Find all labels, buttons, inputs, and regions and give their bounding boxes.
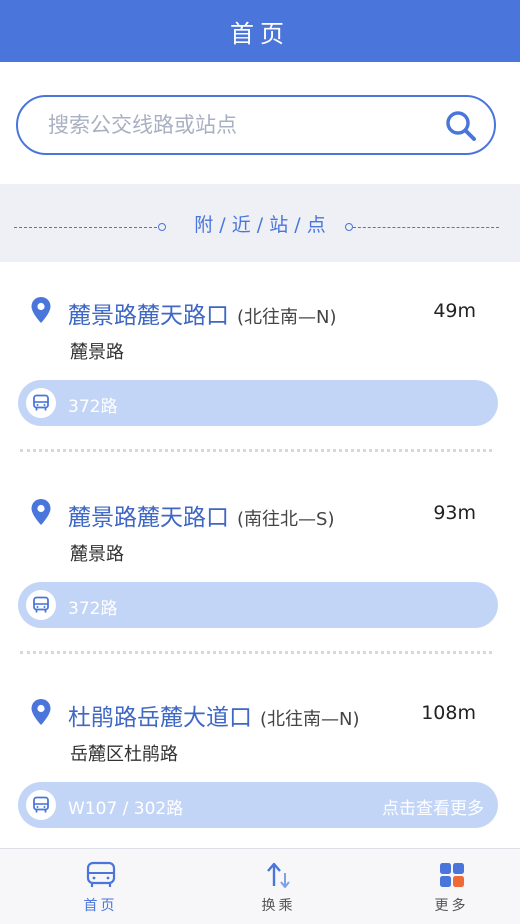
nearby-stops-header: 附 / 近 / 站 / 点 xyxy=(0,184,520,262)
stop-item[interactable]: 杜鹃路岳麓大道口 (北往南—N) 108m 岳麓区杜鹃路 W107 / 302路 … xyxy=(0,664,520,854)
tab-home[interactable]: 首页 xyxy=(14,849,187,924)
stop-item[interactable]: 麓景路麓天路口 (南往北—S) 93m 麓景路 372路 xyxy=(0,464,520,654)
search-icon[interactable] xyxy=(444,109,478,143)
stop-divider xyxy=(20,651,492,654)
bus-icon xyxy=(86,861,115,887)
location-pin-icon xyxy=(31,499,51,525)
section-title: 附 / 近 / 站 / 点 xyxy=(194,214,326,236)
app-header: 首页 xyxy=(0,0,520,62)
bus-icon xyxy=(26,388,56,418)
stop-name: 杜鹃路岳麓大道口 xyxy=(68,705,252,731)
stop-direction: (北往南—N) xyxy=(237,307,337,328)
stop-divider xyxy=(20,449,492,452)
tab-label: 首页 xyxy=(83,898,118,914)
stop-name-row: 麓景路麓天路口 (北往南—N) xyxy=(68,296,337,330)
route-bar[interactable]: 372路 xyxy=(18,380,498,426)
tab-more[interactable]: 更多 xyxy=(365,849,520,924)
route-bar[interactable]: W107 / 302路 点击查看更多 xyxy=(18,782,498,828)
location-pin-icon xyxy=(31,699,51,725)
tab-label: 换乘 xyxy=(261,898,296,914)
grid-icon xyxy=(439,863,464,887)
stop-distance: 49m xyxy=(433,300,476,322)
stop-distance: 93m xyxy=(433,502,476,524)
tab-label: 更多 xyxy=(434,898,469,914)
bus-icon xyxy=(26,790,56,820)
stop-road: 岳麓区杜鹃路 xyxy=(70,744,178,765)
stop-direction: (北往南—N) xyxy=(260,709,360,730)
location-pin-icon xyxy=(31,297,51,323)
tab-transfer[interactable]: 换乘 xyxy=(192,849,365,924)
view-more-link[interactable]: 点击查看更多 xyxy=(382,794,484,819)
transfer-icon xyxy=(266,862,290,888)
search-section xyxy=(0,62,520,184)
search-box[interactable] xyxy=(16,95,496,155)
page-title: 首页 xyxy=(230,19,290,48)
route-list: W107 / 302路 xyxy=(68,799,184,819)
stop-distance: 108m xyxy=(421,702,476,724)
stop-road: 麓景路 xyxy=(70,544,124,565)
stop-name: 麓景路麓天路口 xyxy=(68,505,229,531)
stop-name: 麓景路麓天路口 xyxy=(68,303,229,329)
search-input[interactable] xyxy=(48,97,428,153)
right-divider-dot xyxy=(345,223,353,231)
stop-direction: (南往北—S) xyxy=(237,509,335,530)
bus-icon xyxy=(26,590,56,620)
stop-item[interactable]: 麓景路麓天路口 (北往南—N) 49m 麓景路 372路 xyxy=(0,262,520,452)
stop-road: 麓景路 xyxy=(70,342,124,363)
route-bar[interactable]: 372路 xyxy=(18,582,498,628)
stop-name-row: 杜鹃路岳麓大道口 (北往南—N) xyxy=(68,698,360,732)
right-dashed-divider xyxy=(353,227,499,228)
route-list: 372路 xyxy=(68,599,118,619)
bottom-tab-bar: 首页 换乘 更多 xyxy=(0,848,520,924)
route-list: 372路 xyxy=(68,397,118,417)
stop-name-row: 麓景路麓天路口 (南往北—S) xyxy=(68,498,334,532)
